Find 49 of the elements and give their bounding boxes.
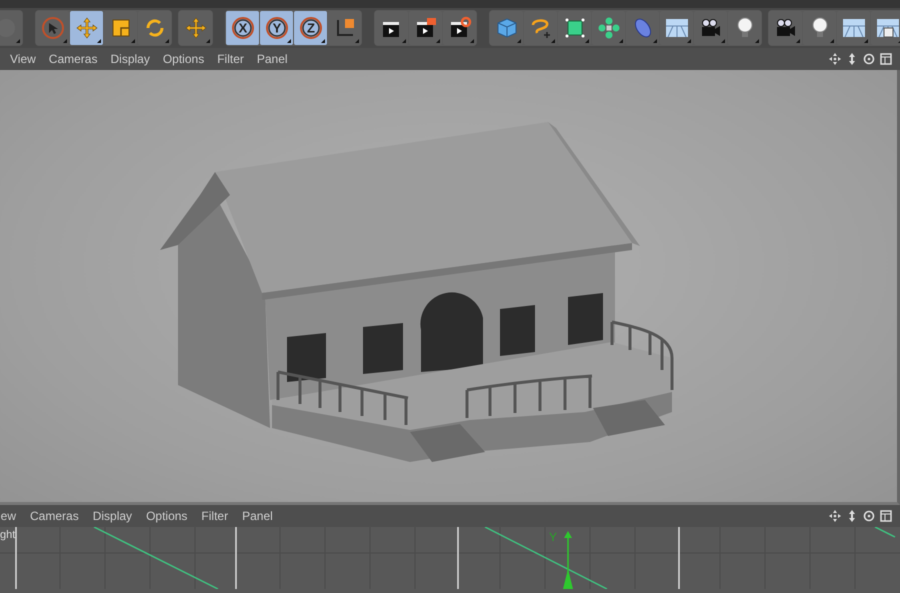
axis-letter: X bbox=[238, 20, 247, 36]
viewport-menu-item[interactable]: View bbox=[10, 52, 36, 66]
floor-icon bbox=[664, 16, 688, 40]
corner-mark-icon bbox=[206, 39, 210, 43]
viewport-menu-item[interactable]: Options bbox=[162, 52, 204, 66]
viewport-menu-item[interactable]: Options bbox=[146, 509, 188, 523]
dolly-icon[interactable] bbox=[846, 510, 858, 522]
tool-button[interactable]: Y bbox=[260, 11, 293, 45]
viewport-menu-item[interactable]: Panel bbox=[242, 509, 273, 523]
corner-mark-icon bbox=[470, 39, 474, 43]
corner-mark-icon bbox=[755, 39, 759, 43]
viewport-menu-item[interactable]: Display bbox=[92, 509, 132, 523]
tool-button[interactable] bbox=[769, 11, 802, 45]
pointer-icon bbox=[40, 16, 64, 40]
cloner-icon bbox=[596, 16, 620, 40]
axis-letter: Z bbox=[306, 20, 314, 36]
tool-button[interactable]: X bbox=[226, 11, 259, 45]
viewport-menu-item[interactable]: Cameras bbox=[48, 52, 98, 66]
corner-mark-icon bbox=[165, 39, 169, 43]
tool-button[interactable] bbox=[409, 11, 442, 45]
viewport-menu-item[interactable]: Filter bbox=[201, 509, 228, 523]
y-axis-arrow bbox=[563, 531, 573, 589]
tool-button[interactable] bbox=[443, 11, 476, 45]
viewport-menu-item[interactable]: iew bbox=[0, 509, 16, 523]
floor-cube-icon bbox=[876, 16, 900, 40]
viewport-menu-item[interactable]: Cameras bbox=[30, 509, 79, 523]
pan-icon[interactable] bbox=[829, 53, 841, 65]
tool-button[interactable] bbox=[694, 11, 727, 45]
rotate-icon[interactable] bbox=[863, 510, 875, 522]
maximize-icon[interactable] bbox=[880, 510, 892, 522]
pan-icon[interactable] bbox=[829, 510, 841, 522]
viewport-menu-item[interactable]: Filter bbox=[217, 52, 244, 66]
tool-button[interactable]: Z bbox=[294, 11, 327, 45]
corner-mark-icon bbox=[355, 39, 359, 43]
axis-letter: Y bbox=[272, 20, 281, 36]
viewport-menu-item[interactable]: Display bbox=[110, 52, 150, 66]
dolly-icon[interactable] bbox=[846, 53, 858, 65]
move-icon bbox=[184, 16, 208, 40]
corner-mark-icon bbox=[16, 39, 20, 43]
axis-label: Y bbox=[549, 530, 558, 544]
viewport-label: ght bbox=[0, 529, 16, 541]
move-icon bbox=[74, 16, 98, 40]
maximize-icon[interactable] bbox=[880, 53, 892, 65]
rotate-icon[interactable] bbox=[863, 53, 875, 65]
tool-button[interactable] bbox=[375, 11, 408, 45]
viewport-menu-item[interactable]: Panel bbox=[256, 52, 288, 66]
tool-button[interactable] bbox=[871, 11, 900, 45]
tool-button[interactable] bbox=[328, 11, 361, 45]
floor-icon bbox=[842, 16, 866, 40]
